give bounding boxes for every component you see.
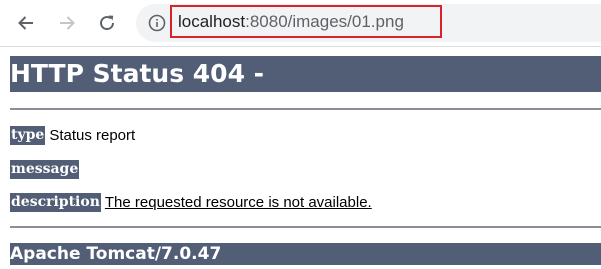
description-value: The requested resource is not available. xyxy=(104,193,372,211)
description-row: description The requested resource is no… xyxy=(10,192,372,212)
arrow-left-icon xyxy=(18,16,33,30)
url-text[interactable]: localhost:8080/images/01.png xyxy=(170,5,442,38)
description-label: description xyxy=(10,192,101,212)
reload-icon xyxy=(100,15,115,31)
info-circle-icon[interactable] xyxy=(148,14,166,32)
url-path: :8080/images/01.png xyxy=(245,11,404,31)
toolbar-divider xyxy=(0,46,601,47)
forward-button[interactable] xyxy=(51,7,83,39)
reload-button[interactable] xyxy=(91,7,123,39)
type-row: type Status report xyxy=(10,125,135,145)
page-title: HTTP Status 404 - xyxy=(10,56,601,92)
type-value: Status report xyxy=(49,126,136,144)
url-host: localhost xyxy=(178,11,246,31)
bottom-rule xyxy=(10,226,601,228)
arrow-right-icon xyxy=(60,16,75,30)
message-label: message xyxy=(10,159,80,179)
type-label: type xyxy=(10,125,46,145)
back-button[interactable] xyxy=(10,7,42,39)
message-row: message xyxy=(10,159,83,179)
server-footer: Apache Tomcat/7.0.47 xyxy=(10,243,601,265)
browser-toolbar: localhost:8080/images/01.png xyxy=(0,0,601,46)
top-rule xyxy=(10,108,601,110)
